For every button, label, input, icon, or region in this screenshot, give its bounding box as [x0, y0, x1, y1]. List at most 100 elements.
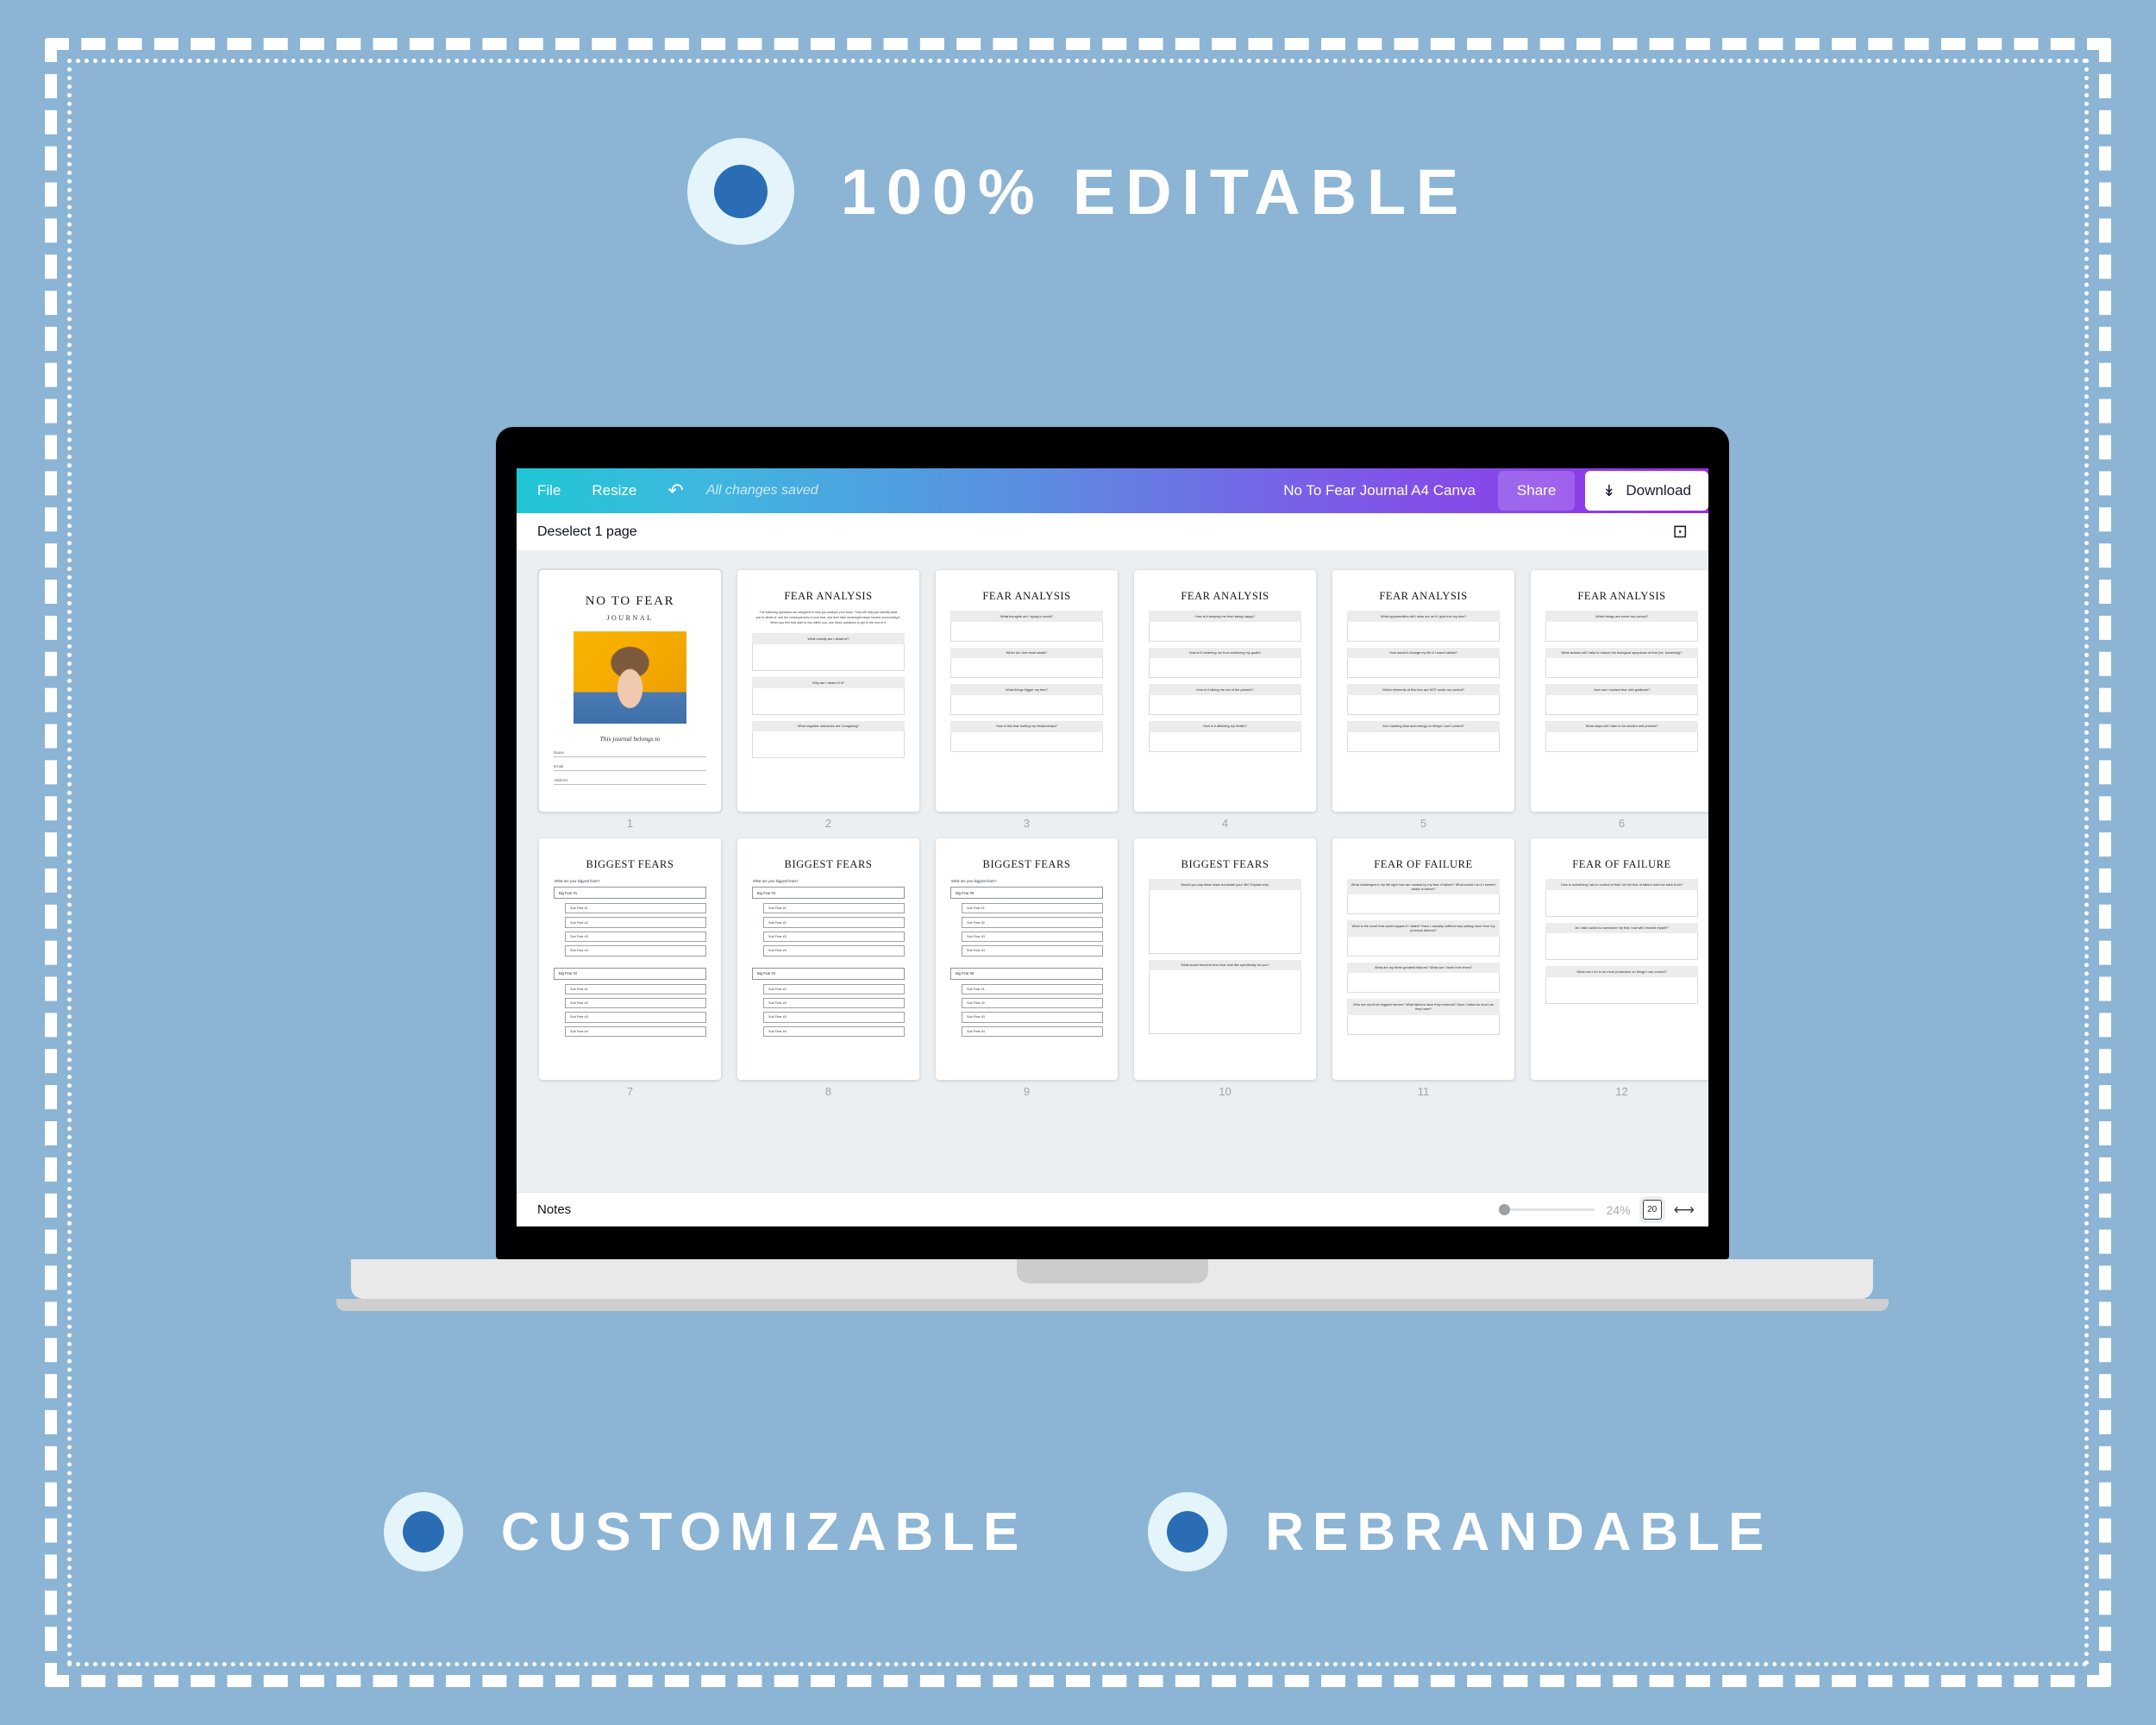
answer-field[interactable]	[1545, 621, 1698, 642]
big-fear-field[interactable]: Big Fear #5	[950, 887, 1103, 899]
question-label: How is it hindering me from achieving my…	[1149, 647, 1301, 659]
answer-field[interactable]	[1545, 694, 1698, 715]
page-canvas[interactable]: FEAR ANALYSIS Which things are under my …	[1531, 570, 1708, 812]
sub-fear-field[interactable]: Sub Fear #2	[565, 917, 706, 928]
notes-button[interactable]: Notes	[537, 1202, 571, 1217]
big-fear-field[interactable]: Big Fear #6	[950, 967, 1103, 980]
canva-toolbar: File Resize ↶ All changes saved No To Fe…	[517, 468, 1708, 513]
page-canvas[interactable]: FEAR ANALYSIS How is it keeping me from …	[1134, 570, 1316, 812]
sub-fear-field[interactable]: Sub Fear #1	[565, 983, 706, 994]
sub-fear-field[interactable]: Sub Fear #2	[565, 997, 706, 1009]
share-button[interactable]: Share	[1497, 471, 1576, 511]
sub-fear-field[interactable]: Sub Fear #1	[565, 903, 706, 914]
page-canvas[interactable]: FEAR ANALYSIS What thoughts am I trying …	[936, 570, 1118, 812]
download-button[interactable]: ↡ Download	[1585, 471, 1708, 511]
sub-fear-field[interactable]: Sub Fear #1	[962, 983, 1103, 994]
sub-fear-field[interactable]: Sub Fear #3	[962, 1012, 1103, 1023]
sub-fear-field[interactable]: Sub Fear #3	[565, 1012, 706, 1023]
big-fear-field[interactable]: Big Fear #2	[554, 967, 706, 980]
page-thumbnail[interactable]: FEAR OF FAILURE How is something I am in…	[1531, 838, 1708, 1098]
sub-fear-field[interactable]: Sub Fear #3	[962, 931, 1103, 943]
answer-field[interactable]	[1149, 970, 1301, 1035]
sub-fear-field[interactable]: Sub Fear #4	[565, 1026, 706, 1037]
answer-field[interactable]	[752, 687, 905, 715]
page-count-badge[interactable]: 20	[1642, 1200, 1662, 1220]
sub-fear-field[interactable]: Sub Fear #1	[763, 903, 905, 914]
sub-fear-field[interactable]: Sub Fear #3	[565, 931, 706, 943]
answer-field[interactable]	[1347, 621, 1500, 642]
question-block: How would it change my life if I wasn't …	[1347, 647, 1500, 679]
big-fear-field[interactable]: Big Fear #3	[752, 887, 905, 899]
sub-fear-field[interactable]: Sub Fear #4	[763, 1026, 905, 1037]
sub-fear-field[interactable]: Sub Fear #2	[763, 917, 905, 928]
answer-field[interactable]	[1545, 731, 1698, 752]
document-title[interactable]: No To Fear Journal A4 Canva	[1283, 482, 1476, 499]
answer-field[interactable]	[950, 694, 1103, 715]
answer-field[interactable]	[1347, 936, 1500, 957]
page-thumbnail[interactable]: BIGGEST FEARS What are your biggest fear…	[936, 838, 1118, 1098]
answer-field[interactable]	[752, 644, 905, 672]
resize-button[interactable]: Resize	[592, 482, 636, 499]
page-thumbnail[interactable]: FEAR ANALYSIS What opportunities will I …	[1332, 570, 1514, 830]
expand-arrows-icon[interactable]: ⟷	[1674, 1202, 1695, 1217]
page-thumbnail[interactable]: FEAR OF FAILURE What challenges in my li…	[1332, 838, 1514, 1098]
file-menu-button[interactable]: File	[537, 482, 561, 499]
zoom-slider-knob[interactable]	[1498, 1204, 1510, 1215]
deselect-pages-button[interactable]: Deselect 1 page	[537, 524, 637, 540]
question-block: What would freedom from fear look like s…	[1149, 959, 1301, 1035]
page-thumbnail[interactable]: FEAR ANALYSIS What thoughts am I trying …	[936, 570, 1118, 830]
sub-fear-field[interactable]: Sub Fear #3	[763, 931, 905, 943]
big-fear-field[interactable]: Big Fear #4	[752, 967, 905, 980]
big-fear-field[interactable]: Big Fear #1	[554, 887, 706, 899]
page-canvas[interactable]: FEAR OF FAILURE What challenges in my li…	[1332, 838, 1514, 1080]
add-page-icon[interactable]: ⊡	[1672, 523, 1688, 541]
answer-field[interactable]	[1545, 933, 1698, 961]
page-thumbnail[interactable]: BIGGEST FEARS What are your biggest fear…	[539, 838, 721, 1098]
answer-field[interactable]	[1545, 889, 1698, 917]
page-canvas[interactable]: FEAR ANALYSIS What opportunities will I …	[1332, 570, 1514, 812]
sub-fear-field[interactable]: Sub Fear #4	[962, 945, 1103, 957]
page-thumbnail[interactable]: FEAR ANALYSIS How is it keeping me from …	[1134, 570, 1316, 830]
answer-field[interactable]	[950, 621, 1103, 642]
answer-field[interactable]	[1149, 621, 1301, 642]
sub-fear-field[interactable]: Sub Fear #2	[962, 917, 1103, 928]
answer-field[interactable]	[1347, 731, 1500, 752]
answer-field[interactable]	[1149, 731, 1301, 752]
page-canvas[interactable]: FEAR OF FAILURE How is something I am in…	[1531, 838, 1708, 1080]
zoom-slider-track[interactable]	[1509, 1208, 1595, 1211]
sub-fear-field[interactable]: Sub Fear #4	[565, 945, 706, 957]
answer-field[interactable]	[950, 658, 1103, 679]
page-thumbnail[interactable]: BIGGEST FEARS What are your biggest fear…	[737, 838, 919, 1098]
answer-field[interactable]	[950, 731, 1103, 752]
page-canvas[interactable]: FEAR ANALYSIS The following questions ar…	[737, 570, 919, 812]
zoom-slider[interactable]	[1498, 1204, 1595, 1215]
sub-fear-field[interactable]: Sub Fear #2	[962, 997, 1103, 1009]
page-thumbnail[interactable]: FEAR ANALYSIS The following questions ar…	[737, 570, 919, 830]
answer-field[interactable]	[1347, 973, 1500, 994]
answer-field[interactable]	[1149, 694, 1301, 715]
page-canvas[interactable]: BIGGEST FEARS Would you say these fears …	[1134, 838, 1316, 1080]
page-thumbnail[interactable]: NO TO FEAR JOURNAL This journal belongs …	[537, 568, 723, 830]
answer-field[interactable]	[1347, 894, 1500, 915]
page-thumbnail[interactable]: FEAR ANALYSIS Which things are under my …	[1531, 570, 1708, 830]
answer-field[interactable]	[1347, 694, 1500, 715]
sub-fear-field[interactable]: Sub Fear #2	[763, 997, 905, 1009]
answer-field[interactable]	[1149, 889, 1301, 954]
sub-fear-field[interactable]: Sub Fear #4	[962, 1026, 1103, 1037]
page-canvas[interactable]: NO TO FEAR JOURNAL This journal belongs …	[537, 568, 723, 813]
undo-arrow-icon[interactable]: ↶	[667, 481, 683, 500]
page-thumbnail[interactable]: BIGGEST FEARS Would you say these fears …	[1134, 838, 1316, 1098]
answer-field[interactable]	[1545, 976, 1698, 1004]
page-canvas[interactable]: BIGGEST FEARS What are your biggest fear…	[539, 838, 721, 1080]
page-canvas[interactable]: BIGGEST FEARS What are your biggest fear…	[936, 838, 1118, 1080]
answer-field[interactable]	[1149, 658, 1301, 679]
answer-field[interactable]	[752, 731, 905, 759]
sub-fear-field[interactable]: Sub Fear #1	[763, 983, 905, 994]
sub-fear-field[interactable]: Sub Fear #3	[763, 1012, 905, 1023]
sub-fear-field[interactable]: Sub Fear #4	[763, 945, 905, 957]
sub-fear-field[interactable]: Sub Fear #1	[962, 903, 1103, 914]
answer-field[interactable]	[1545, 658, 1698, 679]
page-canvas[interactable]: BIGGEST FEARS What are your biggest fear…	[737, 838, 919, 1080]
answer-field[interactable]	[1347, 1014, 1500, 1035]
answer-field[interactable]	[1347, 658, 1500, 679]
